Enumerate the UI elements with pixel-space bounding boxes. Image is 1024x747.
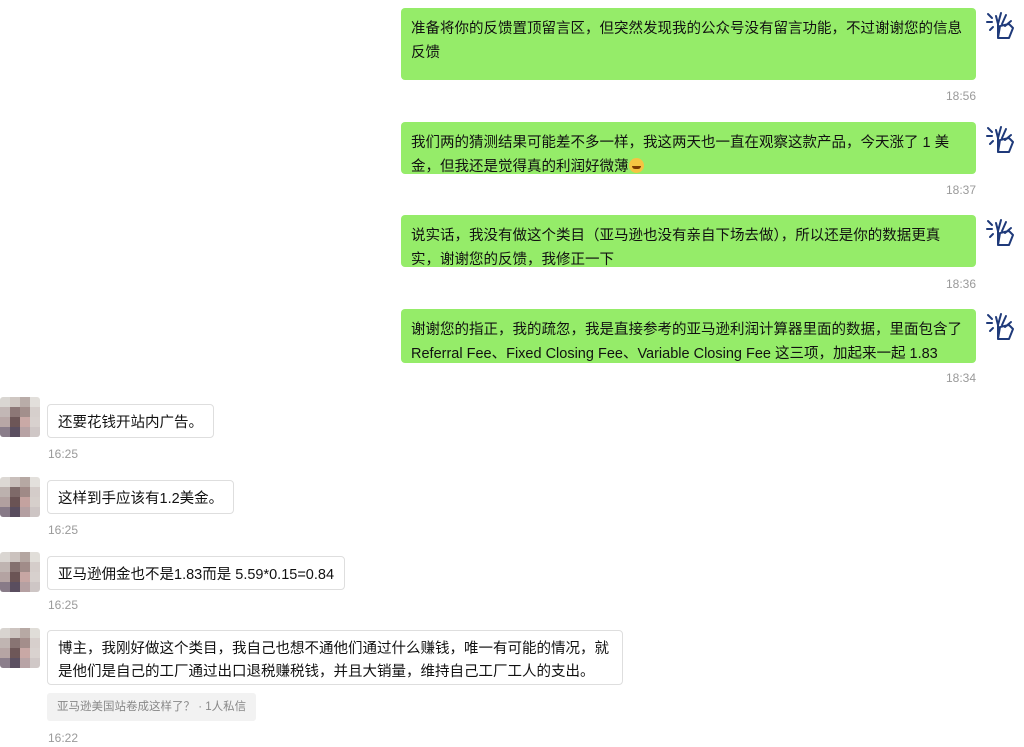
avatar[interactable] — [0, 628, 40, 668]
laugh-cry-emoji-icon — [628, 158, 644, 173]
message-text: 还要花钱开站内广告。 — [58, 415, 203, 431]
message-bubble-user: 博主，我刚好做这个类目，我自己也想不通他们通过什么赚钱，唯一有可能的情况，就是他… — [47, 630, 623, 685]
message-bubble-author: 说实话，我没有做这个类目（亚马逊也没有亲自下场去做），所以还是你的数据更真实，谢… — [401, 215, 976, 268]
message-text: 博主，我刚好做这个类目，我自己也想不通他们通过什么赚钱，唯一有可能的情况，就是他… — [58, 641, 609, 680]
message-bubble-user: 还要花钱开站内广告。 — [47, 404, 214, 438]
message-bubble-user: 亚马逊佣金也不是1.83而是 5.59*0.15=0.84 — [47, 556, 346, 590]
message-time: 18:56 — [945, 89, 976, 103]
hand-sign-avatar-icon[interactable] — [985, 215, 1019, 247]
message-time: 16:25 — [48, 598, 79, 612]
message-bubble-author: 谢谢您的指正，我的疏忽，我是直接参考的亚马逊利润计算器里面的数据，里面包含了 R… — [401, 309, 976, 363]
message-time: 18:34 — [945, 371, 976, 385]
message-text: 准备将你的反馈置顶留言区，但突然发现我的公众号没有留言功能，不过谢谢您的信息反馈 — [411, 21, 962, 61]
avatar[interactable] — [0, 477, 40, 517]
message-time: 16:25 — [48, 523, 79, 537]
message-time: 16:22 — [48, 731, 79, 745]
message-time: 18:37 — [945, 183, 976, 197]
message-text: 说实话，我没有做这个类目（亚马逊也没有亲自下场去做），所以还是你的数据更真实，谢… — [411, 228, 941, 268]
message-time: 16:25 — [48, 447, 79, 461]
hand-sign-avatar-icon[interactable] — [985, 8, 1019, 40]
hand-sign-avatar-icon[interactable] — [985, 122, 1019, 154]
message-bubble-author: 准备将你的反馈置顶留言区，但突然发现我的公众号没有留言功能，不过谢谢您的信息反馈 — [401, 8, 976, 80]
message-text: 这样到手应该有1.2美金。 — [58, 491, 224, 507]
hand-sign-avatar-icon[interactable] — [985, 309, 1019, 341]
message-text: 我们两的猜测结果可能差不多一样，我这两天也一直在观察这款产品，今天涨了 1 美金… — [411, 135, 950, 175]
message-text: 亚马逊佣金也不是1.83而是 5.59*0.15=0.84 — [58, 567, 335, 583]
message-bubble-author: 我们两的猜测结果可能差不多一样，我这两天也一直在观察这款产品，今天涨了 1 美金… — [401, 122, 976, 175]
avatar[interactable] — [0, 397, 40, 437]
message-text: 谢谢您的指正，我的疏忽，我是直接参考的亚马逊利润计算器里面的数据，里面包含了 R… — [411, 322, 962, 362]
message-bubble-user: 这样到手应该有1.2美金。 — [47, 480, 235, 514]
avatar[interactable] — [0, 552, 40, 592]
message-time: 18:36 — [945, 277, 976, 291]
quoted-article-link[interactable]: 亚马逊美国站卷成这样了？ · 1人私信 — [47, 693, 257, 721]
